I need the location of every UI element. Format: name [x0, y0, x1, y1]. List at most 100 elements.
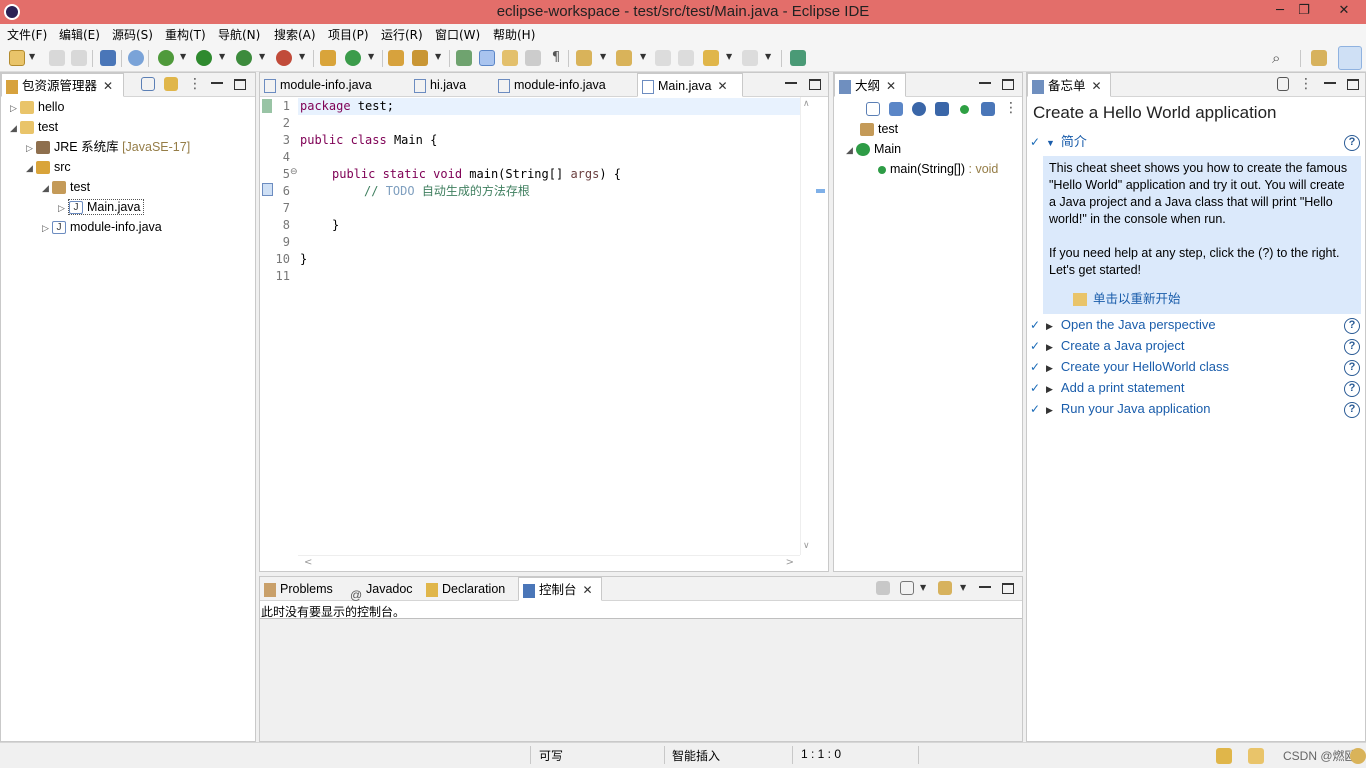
save-all-icon[interactable] — [71, 50, 87, 66]
tab-outline[interactable]: 大纲 ✕ — [834, 73, 906, 97]
step-item[interactable]: ✓ ▶ Add a print statement — [1030, 378, 1185, 398]
mark-occurrences-icon[interactable] — [479, 50, 495, 66]
open-console-icon[interactable] — [938, 581, 952, 595]
tree-item[interactable]: ▷ Jmodule-info.java — [42, 217, 162, 237]
step-item[interactable]: ✓ ▶ Create your HelloWorld class — [1030, 357, 1229, 377]
intro-section-header[interactable]: ✓ ▼ 简介 — [1030, 132, 1087, 152]
last-edit-icon[interactable] — [655, 50, 671, 66]
collapse-all-icon[interactable] — [866, 102, 880, 116]
chevron-right-icon[interactable]: ▶ — [1046, 321, 1053, 331]
close-icon[interactable]: ✕ — [583, 583, 593, 597]
tree-item[interactable]: ◢ test — [42, 177, 90, 197]
help-icon[interactable]: ? — [1344, 339, 1360, 355]
tab-module-info-2[interactable]: module-info.java — [494, 73, 634, 97]
menu-help[interactable]: 帮助(H) — [493, 26, 535, 43]
horizontal-scrollbar[interactable]: < > — [298, 555, 800, 571]
close-icon[interactable]: ✕ — [1092, 79, 1102, 93]
help-icon[interactable]: ? — [1344, 381, 1360, 397]
scroll-up-icon[interactable]: ∧ — [803, 99, 810, 109]
menu-run[interactable]: 运行(R) — [381, 26, 423, 43]
outline-item[interactable]: main(String[]) : void — [878, 159, 998, 179]
book-icon[interactable] — [1248, 748, 1264, 764]
maximize-icon[interactable] — [234, 79, 246, 90]
open-type-icon[interactable] — [388, 50, 404, 66]
restore-button[interactable]: ❐ — [1290, 2, 1318, 20]
tree-item[interactable]: ◢ test — [10, 117, 58, 137]
minimize-icon[interactable] — [979, 583, 991, 588]
scroll-left-icon[interactable]: < — [304, 557, 312, 568]
overview-marker[interactable] — [816, 189, 825, 193]
tree-item[interactable]: ◢ src — [26, 157, 71, 177]
chevron-right-icon[interactable]: ▶ — [1046, 342, 1053, 352]
hide-local-types-icon[interactable] — [981, 102, 995, 116]
close-icon[interactable]: ✕ — [886, 79, 896, 93]
menu-navigate[interactable]: 导航(N) — [218, 26, 260, 43]
new-java-package-icon[interactable] — [320, 50, 336, 66]
pin-console-icon[interactable] — [876, 581, 890, 595]
new-icon[interactable] — [9, 50, 25, 66]
close-window-button[interactable]: ✕ — [1326, 2, 1362, 20]
minimize-icon[interactable] — [1324, 79, 1336, 84]
tree-item[interactable]: ▷ hello — [10, 97, 64, 117]
chevron-down-icon[interactable]: ▼ — [1046, 138, 1055, 148]
maximize-icon[interactable] — [1347, 79, 1359, 90]
pin-editor-icon[interactable] — [790, 50, 806, 66]
tab-declaration[interactable]: Declaration — [422, 577, 516, 601]
chevron-right-icon[interactable]: ▶ — [1046, 384, 1053, 394]
help-icon[interactable]: ? — [1344, 360, 1360, 376]
tab-problems[interactable]: Problems — [260, 577, 344, 601]
coverage-icon[interactable] — [236, 50, 252, 66]
link-with-editor-icon[interactable] — [164, 77, 178, 91]
hide-non-public-icon[interactable] — [960, 105, 969, 114]
minimize-icon[interactable] — [211, 79, 223, 84]
sort-icon[interactable] — [889, 102, 903, 116]
show-whitespace-icon[interactable]: ¶ — [548, 50, 564, 66]
next-annotation-icon[interactable] — [576, 50, 592, 66]
code-area[interactable]: package test; public class Main { public… — [298, 97, 800, 555]
annotation-icon[interactable] — [456, 50, 472, 66]
tab-console[interactable]: 控制台 ✕ — [518, 577, 602, 601]
run-icon[interactable] — [196, 50, 212, 66]
word-wrap-icon[interactable] — [525, 50, 541, 66]
help-icon[interactable]: ? — [1344, 135, 1360, 151]
outline-item[interactable]: ◢ Main — [846, 139, 901, 159]
dropdown-arrow-icon[interactable]: ▼ — [29, 52, 35, 61]
scroll-right-icon[interactable]: > — [786, 557, 794, 568]
step-item[interactable]: ✓ ▶ Create a Java project — [1030, 336, 1185, 356]
minimize-icon[interactable] — [785, 79, 797, 84]
restart-link[interactable]: 单击以重新开始 — [1073, 288, 1181, 307]
tab-javadoc[interactable]: @ Javadoc — [346, 577, 424, 602]
menu-window[interactable]: 窗口(W) — [435, 26, 480, 43]
hide-static-icon[interactable] — [935, 102, 949, 116]
tab-main[interactable]: Main.java ✕ — [637, 73, 743, 97]
close-icon[interactable]: ✕ — [103, 79, 113, 93]
menu-project[interactable]: 项目(P) — [328, 26, 369, 43]
save-icon[interactable] — [49, 50, 65, 66]
collapse-all-icon[interactable] — [141, 77, 155, 91]
minimize-icon[interactable] — [979, 79, 991, 84]
maximize-icon[interactable] — [1002, 79, 1014, 90]
menu-refactor[interactable]: 重构(T) — [165, 26, 206, 43]
help-icon[interactable]: ? — [1344, 318, 1360, 334]
maximize-icon[interactable] — [809, 79, 821, 90]
tab-cheatsheet[interactable]: 备忘单 ✕ — [1027, 73, 1111, 97]
open-perspective-icon[interactable] — [1311, 50, 1327, 66]
block-selection-icon[interactable] — [502, 50, 518, 66]
previous-annotation-icon[interactable] — [616, 50, 632, 66]
hide-fields-icon[interactable] — [912, 102, 926, 116]
java-perspective-icon[interactable] — [1338, 46, 1362, 70]
tip-icon[interactable] — [1350, 748, 1366, 764]
menu-file[interactable]: 文件(F) — [7, 26, 47, 43]
debug-icon[interactable] — [158, 50, 174, 66]
tree-item[interactable]: ▷ JRE 系统库 [JavaSE-17] — [26, 137, 190, 157]
outline-item[interactable]: test — [860, 119, 898, 139]
search-icon[interactable]: ⌕ — [1272, 50, 1288, 66]
view-menu-icon[interactable]: ⋮ — [1004, 100, 1020, 116]
menu-search[interactable]: 搜索(A) — [274, 26, 316, 43]
menu-source[interactable]: 源码(S) — [112, 26, 153, 43]
new-java-class-icon[interactable] — [345, 50, 361, 66]
tab-module-info[interactable]: module-info.java — [260, 73, 400, 97]
collapse-icon[interactable] — [1277, 77, 1289, 91]
step-item[interactable]: ✓ ▶ Open the Java perspective — [1030, 315, 1216, 335]
skip-breakpoints-icon[interactable] — [128, 50, 144, 66]
